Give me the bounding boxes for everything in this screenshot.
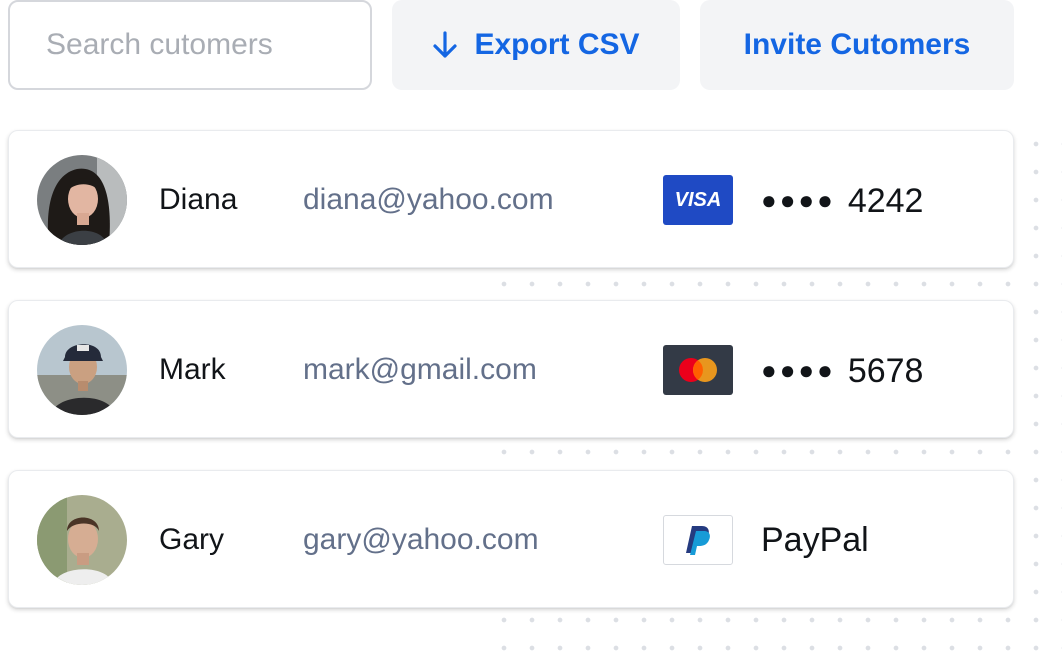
customer-email: diana@yahoo.com <box>303 183 554 216</box>
customer-name: Diana <box>159 183 238 216</box>
avatar <box>37 325 127 415</box>
masked-digits: ●●●● <box>761 185 836 215</box>
card-number: ●●●● 4242 <box>761 179 923 222</box>
invite-customers-button[interactable]: Invite Cutomers <box>700 0 1014 90</box>
invite-customers-label: Invite Cutomers <box>743 28 971 61</box>
customer-row[interactable]: Gary gary@yahoo.com PayPal <box>8 470 1014 608</box>
avatar <box>37 155 127 245</box>
visa-logo-text: VISA <box>674 188 722 211</box>
customer-row[interactable]: Diana diana@yahoo.com VISA ●●●● 4242 <box>8 130 1014 268</box>
paypal-icon <box>663 515 733 565</box>
customer-email: gary@yahoo.com <box>303 523 539 556</box>
customer-row[interactable]: Mark mark@gmail.com ●●●● 5678 <box>8 300 1014 438</box>
visa-icon: VISA <box>663 175 733 225</box>
customer-name: Gary <box>159 523 225 556</box>
card-number: ●●●● 5678 <box>761 349 923 392</box>
card-last4: 5678 <box>847 352 924 390</box>
export-csv-label: Export CSV <box>474 28 640 61</box>
arrow-down-icon <box>432 31 458 59</box>
customer-email: mark@gmail.com <box>303 353 537 386</box>
masked-digits: ●●●● <box>761 355 836 385</box>
search-box[interactable] <box>8 0 372 90</box>
paypal-label: PayPal <box>761 521 869 559</box>
customer-name: Mark <box>159 353 226 386</box>
avatar <box>37 495 127 585</box>
search-input[interactable] <box>46 28 346 62</box>
export-csv-button[interactable]: Export CSV <box>392 0 680 90</box>
card-last4: 4242 <box>847 182 924 220</box>
mastercard-icon <box>663 345 733 395</box>
